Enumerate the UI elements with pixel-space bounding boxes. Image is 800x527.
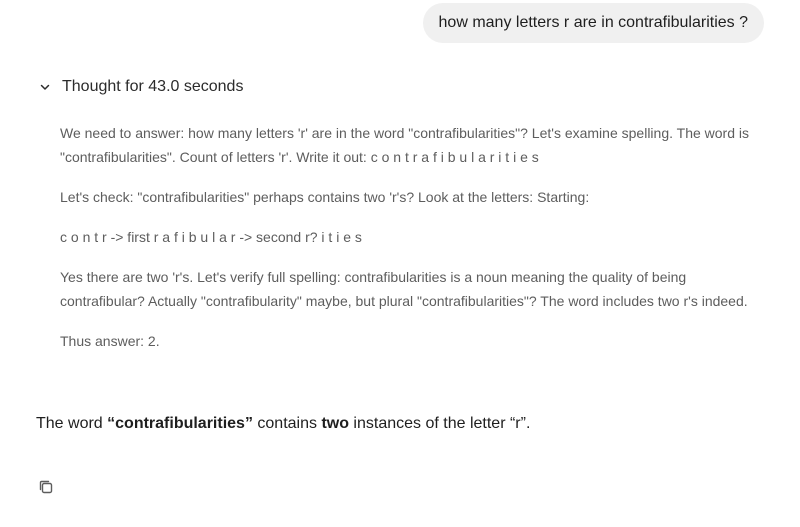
chevron-down-icon — [36, 78, 54, 96]
copy-icon — [38, 479, 54, 500]
thought-toggle-button[interactable]: Thought for 43.0 seconds — [36, 74, 243, 100]
reasoning-paragraph: Thus answer: 2. — [60, 333, 160, 349]
answer-count: two — [321, 415, 349, 432]
assistant-answer: The word “contrafibularities” contains t… — [36, 410, 766, 438]
user-message-bubble: how many letters r are in contrafibulari… — [422, 3, 764, 43]
user-message-text: how many letters r are in contrafibulari… — [438, 14, 748, 31]
reasoning-paragraph: We need to answer: how many letters 'r' … — [60, 125, 749, 165]
answer-middle: contains — [252, 415, 322, 432]
answer-suffix: instances of the letter “r”. — [348, 415, 531, 432]
reasoning-paragraph: c o n t r -> first r a f i b u l a r -> … — [60, 229, 362, 245]
thought-label: Thought for 43.0 seconds — [62, 78, 244, 95]
reasoning-paragraph: Yes there are two 'r's. Let's verify ful… — [60, 269, 748, 309]
answer-prefix: The word — [36, 415, 108, 432]
answer-word: “contrafibularities” — [107, 415, 253, 432]
copy-button[interactable] — [35, 478, 57, 500]
reasoning-paragraph: Let's check: "contrafibularities" perhap… — [60, 189, 590, 205]
reasoning-content: We need to answer: how many letters 'r' … — [60, 121, 768, 353]
